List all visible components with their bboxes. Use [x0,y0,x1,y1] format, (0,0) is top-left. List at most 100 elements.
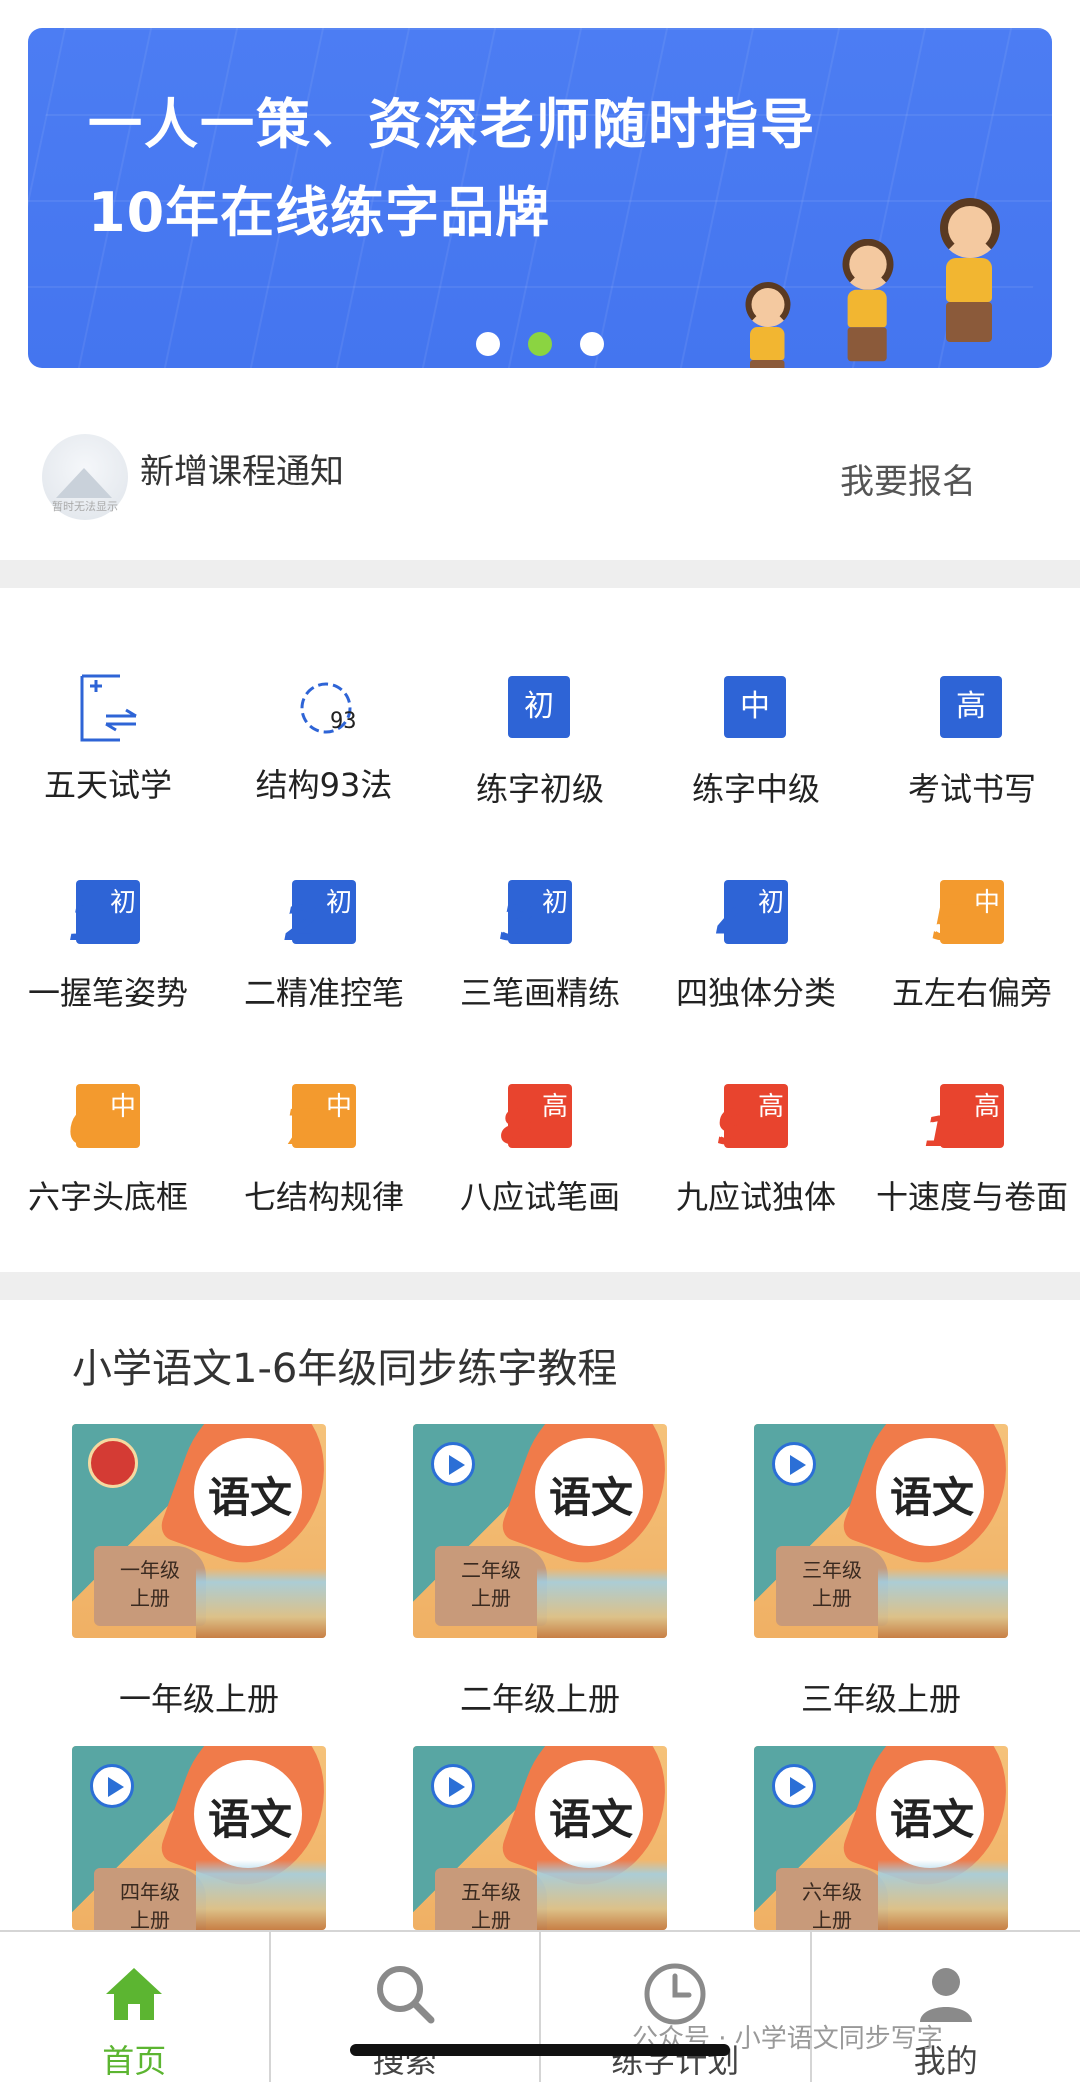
lesson-level: 高 [542,1086,568,1123]
lesson-number: 9 [718,1100,751,1156]
cover-grade: 六年级 上册 [776,1868,888,1930]
menu-item-label: 四独体分类 [648,968,864,1014]
book-label: 三年级上册 [754,1674,1008,1720]
cover-grade: 四年级 上册 [94,1868,206,1930]
advanced-level-icon: 高 [940,676,1002,738]
cover-title: 语文 [541,1464,641,1525]
publisher-seal-icon [88,1438,138,1488]
menu-item-label: 二精准控笔 [216,968,432,1014]
tab-home[interactable]: 首页 [0,1932,271,2082]
notice-avatar: 暂时无法显示 [42,434,128,520]
menu-item-lesson-9[interactable]: 9 高 九应试独体 [648,1084,864,1218]
lesson-number: 1 [70,896,103,952]
menu-item-lesson-3[interactable]: 3 初 三笔画精练 [432,880,648,1014]
menu-item-label: 练字初级 [432,764,648,810]
book-cover[interactable]: 语文 四年级 上册 [72,1746,326,1930]
bottom-tab-bar: 首页 搜索 练字计划 我的 [0,1930,1080,2082]
lesson-3-icon: 3 初 [508,880,572,944]
play-icon[interactable] [772,1764,816,1808]
signup-button[interactable]: 我要报名 [840,454,976,503]
carousel-dot-active[interactable] [528,332,552,356]
book-card[interactable]: 语文 一年级 上册 一年级上册 [72,1424,326,1720]
book-card[interactable]: 语文 四年级 上册 [72,1746,326,1930]
lesson-8-icon: 8 高 [508,1084,572,1148]
menu-item-exam-writing[interactable]: 高 考试书写 [864,676,1080,810]
section-divider [0,1272,1080,1300]
intermediate-level-icon: 中 [724,676,786,738]
notice-title[interactable]: 新增课程通知 [140,444,344,493]
play-icon[interactable] [431,1764,475,1808]
menu-item-label: 考试书写 [864,764,1080,810]
tab-label: 首页 [0,2036,269,2082]
menu-item-lesson-1[interactable]: 1 初 一握笔姿势 [0,880,216,1014]
play-icon[interactable] [90,1764,134,1808]
menu-item-lesson-10[interactable]: 10 高 十速度与卷面 [864,1084,1080,1218]
menu-item-label: 十速度与卷面 [864,1172,1080,1218]
menu-item-intermediate[interactable]: 中 练字中级 [648,676,864,810]
lesson-10-icon: 10 高 [940,1084,1004,1148]
menu-item-trial[interactable]: 五天试学 [0,672,216,806]
avatar-caption: 暂时无法显示 [52,498,118,514]
user-icon [914,1962,978,2026]
lesson-4-icon: 4 初 [724,880,788,944]
menu-item-label: 三笔画精练 [432,968,648,1014]
book-card[interactable]: 语文 六年级 上册 [754,1746,1008,1930]
lesson-level: 中 [326,1086,352,1123]
carousel-dot[interactable] [476,332,500,356]
course-notice-row[interactable]: 暂时无法显示 新增课程通知 我要报名 [0,410,1080,560]
book-cover[interactable]: 语文 三年级 上册 [754,1424,1008,1638]
lesson-7-icon: 7 中 [292,1084,356,1148]
promo-banner[interactable]: 一人一策、资深老师随时指导 10年在线练字品牌 [28,28,1052,368]
trial-icon [76,672,140,736]
play-icon[interactable] [772,1442,816,1486]
menu-item-label: 练字中级 [648,764,864,810]
cover-title: 语文 [200,1786,300,1847]
menu-item-structure93[interactable]: 93 结构93法 [216,672,432,806]
tab-practice-plan[interactable]: 练字计划 [541,1932,812,2082]
tab-search[interactable]: 搜索 [271,1932,542,2082]
menu-item-label: 五天试学 [0,760,216,806]
book-cover[interactable]: 语文 六年级 上册 [754,1746,1008,1930]
menu-item-label: 一握笔姿势 [0,968,216,1014]
lesson-number: 8 [502,1100,535,1156]
menu-item-beginner[interactable]: 初 练字初级 [432,676,648,810]
lesson-number: 6 [70,1100,103,1156]
tab-label: 搜索 [271,2036,540,2082]
menu-item-lesson-5[interactable]: 5 中 五左右偏旁 [864,880,1080,1014]
menu-item-lesson-7[interactable]: 7 中 七结构规律 [216,1084,432,1218]
carousel-dot[interactable] [580,332,604,356]
play-icon[interactable] [431,1442,475,1486]
cover-title: 语文 [882,1464,982,1525]
menu-item-lesson-4[interactable]: 4 初 四独体分类 [648,880,864,1014]
cover-grade: 五年级 上册 [435,1868,547,1930]
search-icon [373,1962,437,2026]
lesson-9-icon: 9 高 [724,1084,788,1148]
menu-item-lesson-2[interactable]: 2 初 二精准控笔 [216,880,432,1014]
menu-item-lesson-8[interactable]: 8 高 八应试笔画 [432,1084,648,1218]
lesson-2-icon: 2 初 [292,880,356,944]
lesson-level: 初 [542,882,568,919]
carousel-indicator[interactable] [476,332,604,356]
lesson-number: 2 [286,896,319,952]
lesson-level: 初 [110,882,136,919]
cover-title: 语文 [200,1464,300,1525]
menu-item-label: 七结构规律 [216,1172,432,1218]
book-cover[interactable]: 语文 一年级 上册 [72,1424,326,1638]
tab-me[interactable]: 我的 [812,1932,1080,2082]
book-label: 一年级上册 [72,1674,326,1720]
book-cover[interactable]: 语文 二年级 上册 [413,1424,667,1638]
kid-illustration [843,239,894,361]
book-cover[interactable]: 语文 五年级 上册 [413,1746,667,1930]
home-indicator[interactable] [350,2044,730,2056]
lesson-number: 4 [718,896,751,952]
book-card[interactable]: 语文 二年级 上册 二年级上册 [413,1424,667,1720]
lesson-5-icon: 5 中 [940,880,1004,944]
lesson-number: 7 [286,1100,319,1156]
lesson-1-icon: 1 初 [76,880,140,944]
book-card[interactable]: 语文 五年级 上册 [413,1746,667,1930]
book-card[interactable]: 语文 三年级 上册 三年级上册 [754,1424,1008,1720]
kid-illustration [940,198,1000,342]
home-icon [102,1962,166,2026]
cover-grade: 三年级 上册 [776,1546,888,1626]
menu-item-lesson-6[interactable]: 6 中 六字头底框 [0,1084,216,1218]
